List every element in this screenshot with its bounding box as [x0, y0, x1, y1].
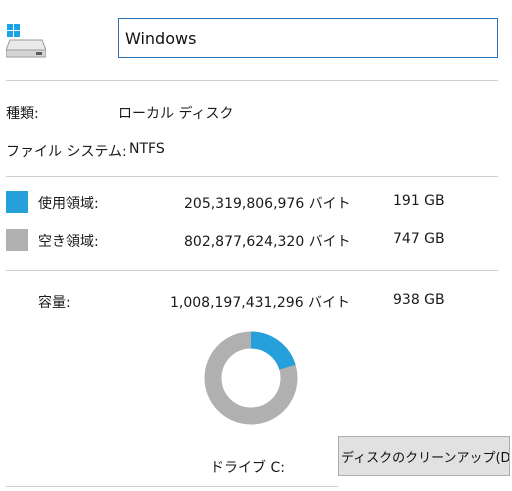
free-space-gb: 747 GB — [393, 231, 445, 247]
drive-label: ドライブ C: — [210, 460, 285, 476]
file-system-label: ファイル システム: — [6, 144, 127, 160]
capacity-label: 容量: — [38, 295, 71, 311]
free-space-swatch — [6, 229, 28, 251]
usage-donut-chart — [204, 331, 298, 425]
type-label: 種類: — [6, 106, 39, 122]
windows-drive-icon — [6, 24, 46, 58]
free-space-label: 空き領域: — [38, 234, 99, 250]
used-space-label: 使用領域: — [38, 196, 99, 212]
file-system-value: NTFS — [129, 141, 165, 157]
divider — [6, 176, 498, 177]
capacity-gb: 938 GB — [393, 292, 445, 308]
used-space-bytes: 205,319,806,976 バイト — [184, 196, 351, 212]
divider — [6, 270, 498, 271]
volume-name-input[interactable] — [118, 18, 498, 58]
used-space-swatch — [6, 191, 28, 213]
free-space-bytes: 802,877,624,320 バイト — [184, 234, 351, 250]
divider — [6, 80, 498, 81]
divider — [6, 486, 338, 487]
used-space-gb: 191 GB — [393, 193, 445, 209]
type-value: ローカル ディスク — [118, 106, 234, 122]
disk-cleanup-button[interactable]: ディスクのクリーンアップ(D) — [338, 436, 510, 476]
capacity-bytes: 1,008,197,431,296 バイト — [170, 295, 351, 311]
